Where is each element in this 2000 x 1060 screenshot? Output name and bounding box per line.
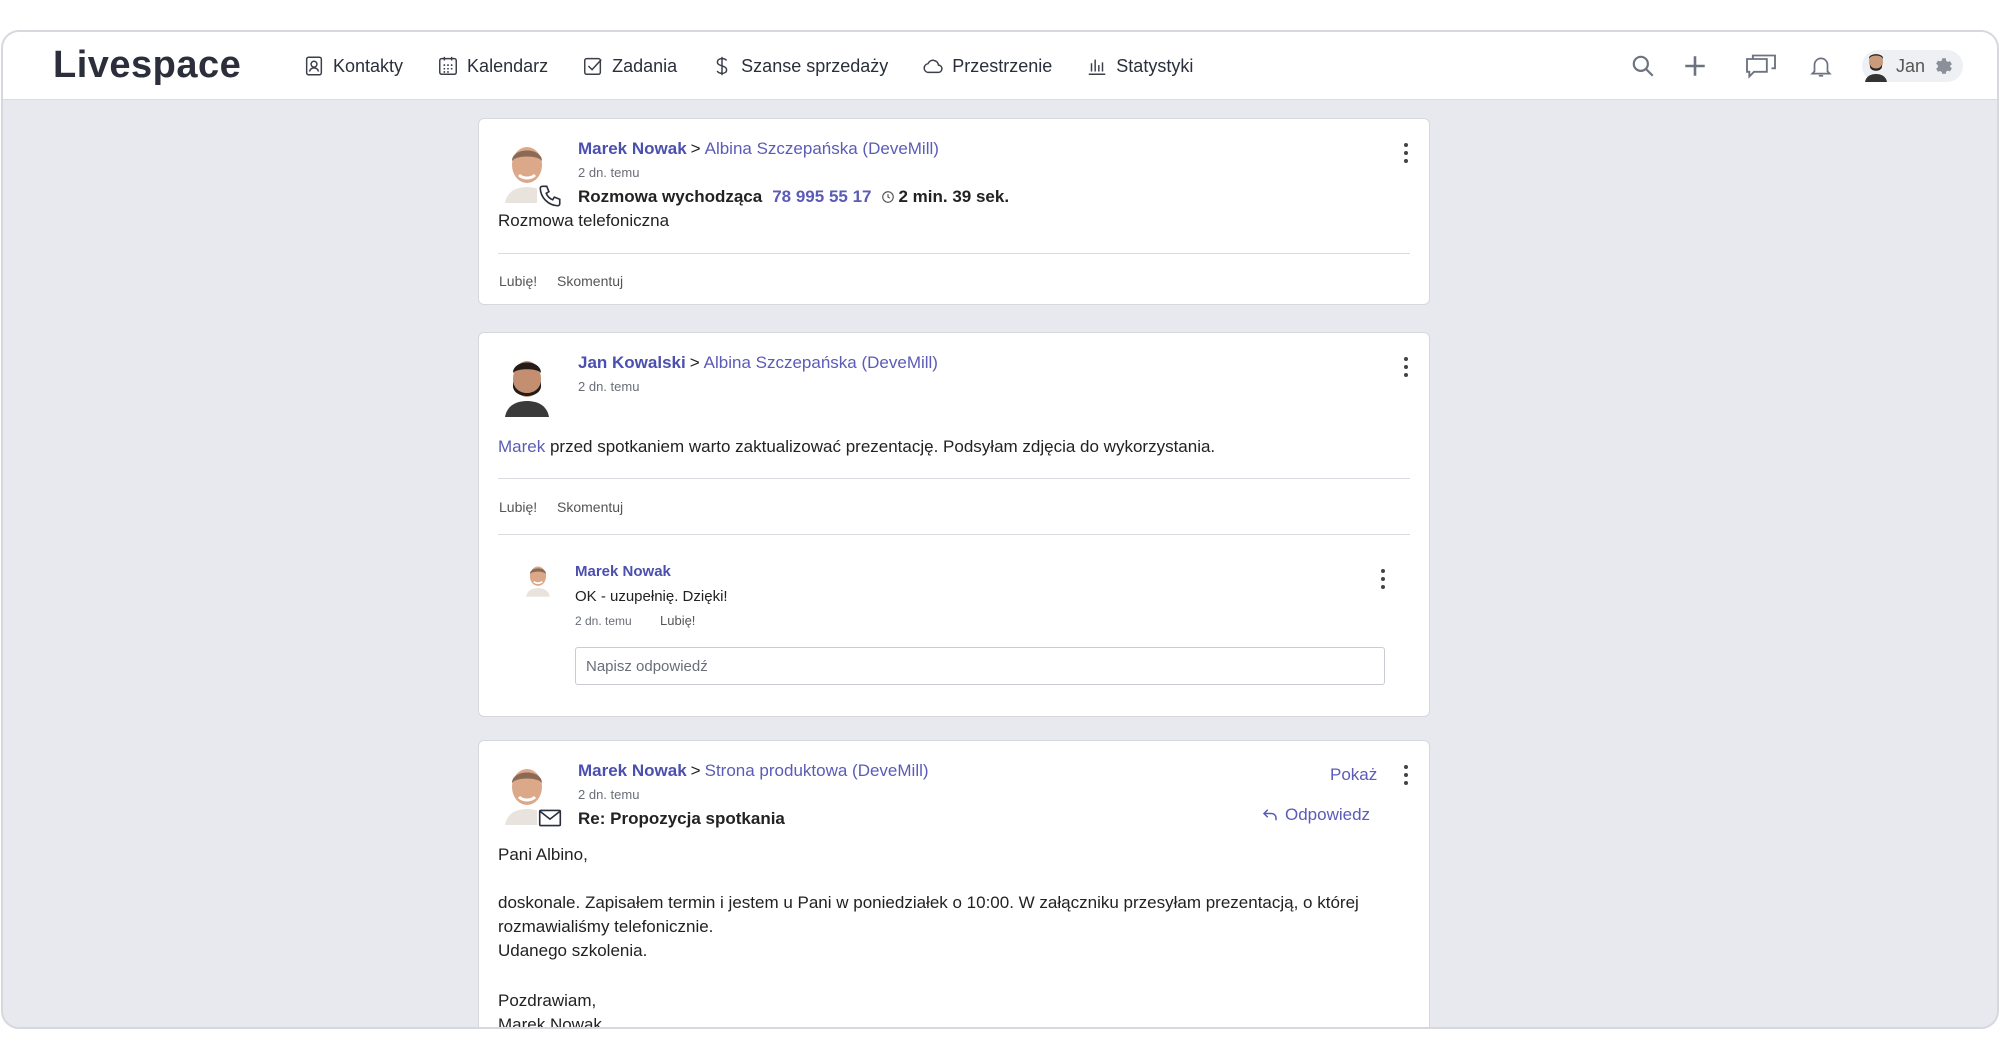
chat-icon[interactable]: [1742, 52, 1780, 80]
nav-statystyki[interactable]: Statystyki: [1086, 55, 1193, 77]
reply-action[interactable]: Odpowiedz: [1261, 805, 1370, 825]
divider: [498, 253, 1410, 254]
user-name: Jan: [1895, 55, 1925, 76]
nav-label: Kalendarz: [467, 55, 549, 76]
post-body-text: przed spotkaniem warto zaktualizować pre…: [545, 437, 1216, 456]
envelope-icon: [537, 805, 563, 831]
calendar-icon: [437, 55, 459, 77]
task-check-icon: [582, 55, 604, 77]
author-link[interactable]: Marek Nowak: [578, 761, 687, 780]
email-line: doskonale. Zapisałem termin i jestem u P…: [498, 893, 1359, 912]
more-options-icon[interactable]: [1396, 141, 1416, 165]
post-header: Marek Nowak > Albina Szczepańska (DeveMill…: [578, 139, 939, 159]
cloud-icon: [922, 55, 944, 77]
email-subject: Re: Propozycja spotkania: [578, 809, 785, 828]
target-link[interactable]: Albina Szczepańska (DeveMill): [704, 353, 938, 372]
clock-icon: [881, 190, 895, 204]
app-window: Livespace Kontakty Kalendarz Zadania Sza…: [1, 30, 1999, 1029]
more-options-icon[interactable]: [1396, 763, 1416, 787]
call-type: Rozmowa wychodząca: [578, 187, 763, 206]
add-icon[interactable]: [1682, 53, 1708, 79]
post-time: 2 dn. temu: [578, 379, 640, 394]
nav-przestrzenie[interactable]: Przestrzenie: [922, 55, 1052, 77]
nav-label: Statystyki: [1116, 55, 1194, 76]
email-line: Pozdrawiam,: [498, 991, 597, 1010]
dollar-icon: [711, 55, 733, 77]
author-avatar: [505, 361, 549, 417]
post-time: 2 dn. temu: [578, 787, 640, 802]
post-body: Marek przed spotkaniem warto zaktualizow…: [498, 437, 1215, 457]
arrow-separator: >: [690, 139, 701, 158]
nav-label: Szanse sprzedaży: [741, 55, 889, 76]
logo-text: Livespace: [53, 44, 242, 86]
phone-number-link[interactable]: 78 995 55 17: [772, 187, 871, 207]
comment-like-button[interactable]: Lubię!: [660, 613, 695, 628]
nav-label: Zadania: [612, 55, 678, 76]
divider: [498, 478, 1410, 479]
reply-label: Odpowiedz: [1285, 805, 1371, 824]
more-options-icon[interactable]: [1396, 355, 1416, 379]
author-link[interactable]: Marek Nowak: [578, 139, 687, 158]
nav-zadania[interactable]: Zadania: [582, 55, 677, 77]
livespace-logo[interactable]: Livespace: [53, 44, 241, 87]
nav-label: Kontakty: [333, 55, 404, 76]
show-button[interactable]: Pokaż: [1330, 765, 1377, 785]
bar-chart-icon: [1086, 55, 1108, 77]
target-link[interactable]: Strona produktowa (DeveMill): [705, 761, 929, 780]
nav-szanse-sprzedazy[interactable]: Szanse sprzedaży: [711, 55, 888, 77]
reply-input[interactable]: [575, 647, 1385, 685]
call-details: Rozmowa wychodząca 78 995 55 17 2 min. 3…: [578, 187, 1009, 207]
activity-card-email: Marek Nowak > Strona produktowa (DeveMill)…: [478, 740, 1430, 1029]
like-button[interactable]: Lubię!: [499, 273, 537, 289]
comment-more-options-icon[interactable]: [1373, 567, 1393, 591]
comment-time: 2 dn. temu: [575, 614, 632, 628]
call-duration: 2 min. 39 sek.: [898, 187, 1010, 206]
phone-icon: [537, 183, 563, 209]
reply-arrow-icon: [1261, 806, 1279, 824]
comment-text: OK - uzupełnię. Dzięki!: [575, 588, 728, 605]
nav-label: Przestrzenie: [952, 55, 1053, 76]
user-avatar: [1864, 54, 1887, 82]
email-line: Pani Albino,: [498, 845, 588, 864]
contact-icon: [303, 55, 325, 77]
nav-kontakty[interactable]: Kontakty: [303, 55, 403, 77]
nav-kalendarz[interactable]: Kalendarz: [437, 55, 548, 77]
comment-avatar: [526, 566, 550, 597]
mention-link[interactable]: Marek: [498, 437, 545, 456]
email-line: rozmawialiśmy telefonicznie.: [498, 917, 714, 936]
top-tools: Jan: [1604, 32, 1963, 100]
user-menu[interactable]: Jan: [1861, 50, 1963, 82]
like-button[interactable]: Lubię!: [499, 499, 537, 515]
gear-icon[interactable]: [1933, 55, 1955, 77]
comment-button[interactable]: Skomentuj: [557, 499, 623, 515]
email-line: Udanego szkolenia.: [498, 941, 648, 960]
main-nav: Kontakty Kalendarz Zadania Szanse sprzed…: [303, 32, 1227, 100]
author-link[interactable]: Jan Kowalski: [578, 353, 686, 372]
post-time: 2 dn. temu: [578, 165, 640, 180]
target-link[interactable]: Albina Szczepańska (DeveMill): [705, 139, 939, 158]
comment-author-link[interactable]: Marek Nowak: [575, 563, 671, 580]
arrow-separator: >: [689, 353, 700, 372]
post-body: Rozmowa telefoniczna: [498, 211, 670, 230]
activity-card-note: Jan Kowalski > Albina Szczepańska (DeveMil…: [478, 332, 1430, 717]
divider: [498, 534, 1410, 535]
bell-icon[interactable]: [1808, 53, 1834, 79]
comment-button[interactable]: Skomentuj: [557, 273, 623, 289]
top-bar: Livespace Kontakty Kalendarz Zadania Sza…: [3, 32, 1997, 100]
post-header: Marek Nowak > Strona produktowa (DeveMill): [578, 761, 929, 781]
activity-card-call: Marek Nowak > Albina Szczepańska (DeveMill…: [478, 118, 1430, 305]
email-line: Marek Nowak: [498, 1015, 602, 1029]
arrow-separator: >: [690, 761, 701, 780]
search-icon[interactable]: [1630, 53, 1656, 79]
post-header: Jan Kowalski > Albina Szczepańska (DeveMil…: [578, 353, 938, 373]
